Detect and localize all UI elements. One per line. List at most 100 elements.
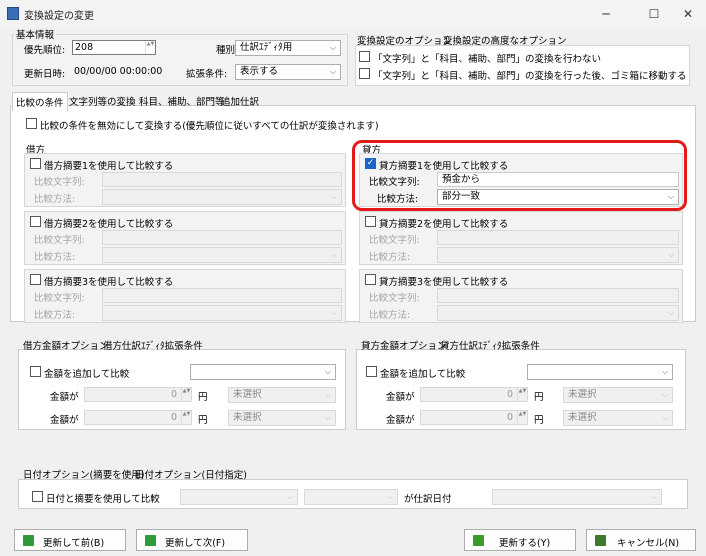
tab-comparison[interactable]: 比較の条件 bbox=[12, 92, 68, 111]
option1-label: 「文字列」と「科目、補助、部門」の変換を行わない bbox=[373, 54, 602, 65]
spin-icon[interactable]: ▲▼ bbox=[517, 411, 527, 424]
credit-amt1-value: 0 bbox=[506, 389, 513, 400]
debit1-str-input[interactable] bbox=[102, 172, 342, 187]
debit-amount-select[interactable]: ⌵ bbox=[190, 364, 336, 380]
date-select-1[interactable]: ⌵ bbox=[180, 489, 298, 505]
type-value: 仕訳ｴﾃﾞｨﾀ用 bbox=[240, 42, 293, 53]
chevron-down-icon: ⌵ bbox=[324, 390, 331, 399]
credit-amt2-value: 0 bbox=[506, 412, 513, 423]
debit2-checkbox[interactable] bbox=[30, 216, 41, 227]
close-button[interactable]: ✕ bbox=[668, 0, 706, 28]
credit-amt2-label: 金額が bbox=[386, 415, 415, 426]
highlight-outline bbox=[352, 140, 687, 211]
date-select-3[interactable]: ⌵ bbox=[492, 489, 662, 505]
ext-label: 拡張条件: bbox=[186, 69, 228, 80]
debit2-method-select[interactable]: ⌵ bbox=[102, 247, 342, 263]
spin-icon[interactable]: ▲▼ bbox=[181, 411, 191, 424]
date-select-2[interactable]: ⌵ bbox=[304, 489, 398, 505]
tab-credit-ext[interactable]: 貸方仕訳ｴﾃﾞｨﾀ拡張条件 bbox=[437, 336, 543, 354]
tab-string-convert[interactable]: 文字列等の変換 bbox=[66, 92, 139, 110]
type-select[interactable]: 仕訳ｴﾃﾞｨﾀ用 ⌵ bbox=[235, 40, 341, 56]
debit1-method-label: 比較方法: bbox=[34, 194, 76, 205]
credit-amt2-select-value: 未選択 bbox=[568, 412, 597, 423]
credit2-checkbox[interactable] bbox=[365, 216, 376, 227]
option1-checkbox[interactable] bbox=[359, 51, 370, 62]
credit-amt1-select[interactable]: 未選択 ⌵ bbox=[563, 387, 673, 403]
tab-date-summary[interactable]: 日付オプション(摘要を使用) bbox=[20, 465, 147, 483]
next-button[interactable]: 更新して次(F) bbox=[136, 529, 248, 551]
credit-amount-select[interactable]: ⌵ bbox=[527, 364, 673, 380]
debit3-checkbox[interactable] bbox=[30, 274, 41, 285]
chevron-down-icon: ⌵ bbox=[324, 413, 331, 422]
credit-yen2: 円 bbox=[534, 415, 544, 426]
credit3-str-input[interactable] bbox=[437, 288, 679, 303]
credit3-checkbox[interactable] bbox=[365, 274, 376, 285]
debit1-method-select[interactable]: ⌵ bbox=[102, 189, 342, 205]
debit-amt1-input[interactable]: 0 ▲▼ bbox=[84, 387, 192, 402]
prev-button-label: 更新して前(B) bbox=[43, 538, 105, 549]
credit-amt1-input[interactable]: 0 ▲▼ bbox=[420, 387, 528, 402]
spin-icon[interactable]: ▲▼ bbox=[517, 388, 527, 401]
credit2-method-label: 比較方法: bbox=[369, 252, 411, 263]
arrow-left-icon bbox=[23, 535, 34, 546]
chevron-down-icon: ⌵ bbox=[329, 67, 336, 76]
debit3-str-input[interactable] bbox=[102, 288, 342, 303]
debit2-str-input[interactable] bbox=[102, 230, 342, 245]
debit-amt1-select[interactable]: 未選択 ⌵ bbox=[228, 387, 336, 403]
tab-debit-amount[interactable]: 借方金額オプション bbox=[20, 336, 112, 354]
tab-advanced-options[interactable]: 変換設定の高度なオプション bbox=[440, 31, 570, 49]
spin-icon[interactable]: ▲▼ bbox=[181, 388, 191, 401]
credit-amount-checkbox[interactable] bbox=[366, 366, 377, 377]
ext-select[interactable]: 表示する ⌵ bbox=[235, 64, 341, 80]
debit2-label: 借方摘要2を使用して比較する bbox=[44, 219, 174, 230]
chevron-down-icon: ⌵ bbox=[661, 367, 668, 376]
credit3-method-label: 比較方法: bbox=[369, 310, 411, 321]
cancel-button[interactable]: キャンセル(N) bbox=[586, 529, 696, 551]
chevron-down-icon: ⌵ bbox=[661, 413, 668, 422]
update-button-label: 更新する(Y) bbox=[499, 538, 551, 549]
credit2-str-input[interactable] bbox=[437, 230, 679, 245]
debit1-str-label: 比較文字列: bbox=[34, 177, 85, 188]
debit3-method-label: 比較方法: bbox=[34, 310, 76, 321]
debit3-method-select[interactable]: ⌵ bbox=[102, 305, 342, 321]
next-button-label: 更新して次(F) bbox=[165, 538, 226, 549]
ext-value: 表示する bbox=[240, 66, 279, 77]
tab-date-specified[interactable]: 日付オプション(日付指定) bbox=[132, 465, 250, 483]
chevron-down-icon: ⌵ bbox=[329, 43, 336, 52]
debit1-checkbox[interactable] bbox=[30, 158, 41, 169]
debit-amt2-select[interactable]: 未選択 ⌵ bbox=[228, 410, 336, 426]
disable-all-checkbox[interactable] bbox=[26, 118, 37, 129]
spin-icon[interactable]: ▲▼ bbox=[145, 41, 155, 54]
window-title: 変換設定の変更 bbox=[24, 11, 94, 22]
chevron-down-icon: ⌵ bbox=[330, 192, 337, 201]
debit2-str-label: 比較文字列: bbox=[34, 235, 85, 246]
prev-button[interactable]: 更新して前(B) bbox=[14, 529, 126, 551]
credit-amount-label: 金額を追加して比較 bbox=[380, 369, 466, 380]
debit1-label: 借方摘要1を使用して比較する bbox=[44, 161, 174, 172]
date-checkbox[interactable] bbox=[32, 491, 43, 502]
debit-amount-checkbox[interactable] bbox=[30, 366, 41, 377]
debit-amt2-input[interactable]: 0 ▲▼ bbox=[84, 410, 192, 425]
credit2-method-select[interactable]: ⌵ bbox=[437, 247, 679, 263]
credit-amt2-select[interactable]: 未選択 ⌵ bbox=[563, 410, 673, 426]
chevron-down-icon: ⌵ bbox=[661, 390, 668, 399]
minimize-button[interactable]: ─ bbox=[586, 0, 626, 28]
date-suffix-label: が仕訳日付 bbox=[404, 494, 452, 505]
tab-account[interactable]: 科目、補助、部門等 bbox=[136, 92, 228, 110]
chevron-down-icon: ⌵ bbox=[667, 250, 674, 259]
debit-amt1-label: 金額が bbox=[50, 392, 79, 403]
updated-value: 00/00/00 00:00:00 bbox=[74, 66, 163, 77]
option2-label: 「文字列」と「科目、補助、部門」の変換を行った後、ゴミ箱に移動する bbox=[373, 71, 687, 82]
credit3-method-select[interactable]: ⌵ bbox=[437, 305, 679, 321]
update-button[interactable]: 更新する(Y) bbox=[464, 529, 576, 551]
cancel-button-label: キャンセル(N) bbox=[617, 538, 680, 549]
option2-checkbox[interactable] bbox=[359, 68, 370, 79]
tab-debit-ext[interactable]: 借方仕訳ｴﾃﾞｨﾀ拡張条件 bbox=[100, 336, 206, 354]
tab-additional[interactable]: 追加仕訳 bbox=[218, 92, 262, 110]
debit-amt2-value: 0 bbox=[170, 412, 177, 423]
credit-amt2-input[interactable]: 0 ▲▼ bbox=[420, 410, 528, 425]
cancel-icon bbox=[595, 535, 606, 546]
debit-amount-label: 金額を追加して比較 bbox=[44, 369, 130, 380]
priority-input[interactable]: 208 ▲▼ bbox=[72, 40, 156, 55]
tab-credit-amount[interactable]: 貸方金額オプション bbox=[358, 336, 450, 354]
